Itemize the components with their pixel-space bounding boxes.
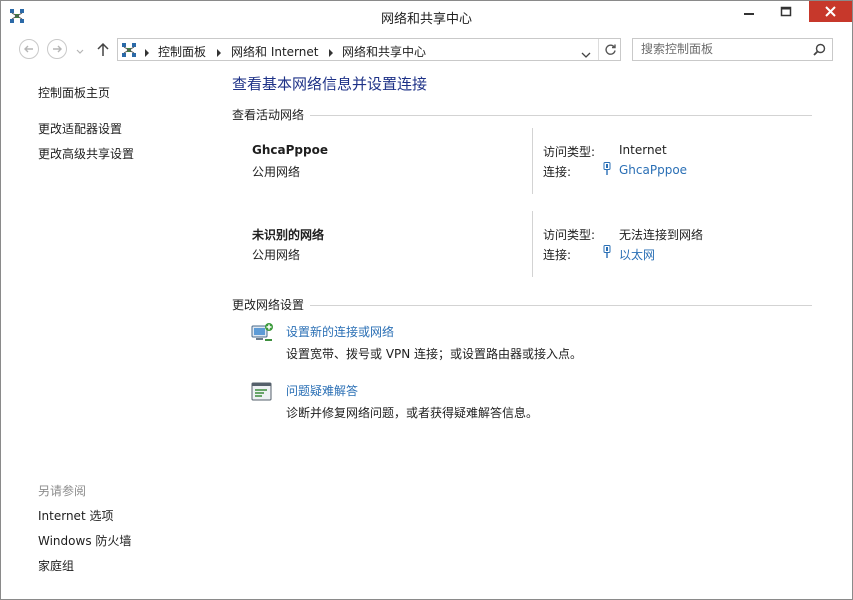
up-arrow-icon xyxy=(97,42,109,56)
navigation-bar: 控制面板 网络和 Internet 网络和共享中心 xyxy=(1,33,852,65)
breadcrumb-control-panel[interactable]: 控制面板 xyxy=(158,43,206,60)
network-icon xyxy=(121,42,137,61)
connection-label: 连接: xyxy=(543,165,572,179)
access-type-value: Internet xyxy=(619,143,667,157)
access-type-label: 访问类型: xyxy=(543,228,596,242)
sidebar-link-advanced-sharing[interactable]: 更改高级共享设置 xyxy=(38,145,134,162)
connection-link[interactable]: GhcaPppoe xyxy=(619,163,687,177)
connection-label: 连接: xyxy=(543,248,572,262)
network-name: 未识别的网络 xyxy=(252,228,325,242)
search-box[interactable] xyxy=(632,38,833,61)
change-settings-heading: 更改网络设置 xyxy=(232,298,305,312)
address-history-dropdown[interactable] xyxy=(581,47,591,61)
network-name: GhcaPppoe xyxy=(252,143,328,157)
network-divider xyxy=(532,128,533,194)
ethernet-plug-icon xyxy=(603,245,611,262)
setup-connection-link[interactable]: 设置新的连接或网络 xyxy=(286,323,394,340)
active-networks-heading: 查看活动网络 xyxy=(232,108,305,122)
network-category-link[interactable]: 公用网络 xyxy=(252,163,300,180)
ethernet-plug-icon xyxy=(603,162,611,179)
chevron-down-icon xyxy=(76,49,84,54)
chevron-down-icon xyxy=(581,52,591,58)
see-also-heading: 另请参阅 xyxy=(38,484,87,498)
sidebar: 控制面板主页 更改适配器设置 更改高级共享设置 另请参阅 Internet 选项… xyxy=(1,65,216,599)
section-divider xyxy=(310,305,812,306)
access-type-label: 访问类型: xyxy=(543,145,596,159)
back-arrow-icon xyxy=(24,45,33,53)
chevron-right-icon[interactable] xyxy=(144,46,150,60)
sidebar-link-control-panel-home[interactable]: 控制面板主页 xyxy=(38,84,110,101)
network-setup-icon[interactable] xyxy=(250,321,274,345)
troubleshoot-description: 诊断并修复网络问题，或者获得疑难解答信息。 xyxy=(286,406,539,420)
chevron-right-icon[interactable] xyxy=(328,46,334,60)
network-divider xyxy=(532,211,533,277)
maximize-button[interactable] xyxy=(763,1,809,22)
sidebar-link-homegroup[interactable]: 家庭组 xyxy=(38,557,74,574)
title-bar[interactable]: 网络和共享中心 xyxy=(1,1,852,31)
search-icon[interactable] xyxy=(813,43,826,59)
forward-button[interactable] xyxy=(47,39,67,59)
sidebar-link-adapter-settings[interactable]: 更改适配器设置 xyxy=(38,120,122,137)
setup-connection-description: 设置宽带、拨号或 VPN 连接；或设置路由器或接入点。 xyxy=(286,347,583,361)
connection-link[interactable]: 以太网 xyxy=(619,246,655,263)
address-bar[interactable]: 控制面板 网络和 Internet 网络和共享中心 xyxy=(117,38,621,61)
close-button[interactable] xyxy=(809,1,852,22)
network-category-link[interactable]: 公用网络 xyxy=(252,246,300,263)
minimize-button[interactable] xyxy=(735,1,763,22)
sidebar-link-windows-firewall[interactable]: Windows 防火墙 xyxy=(38,532,131,549)
refresh-button[interactable] xyxy=(598,39,621,60)
troubleshoot-link[interactable]: 问题疑难解答 xyxy=(286,382,358,399)
window-title: 网络和共享中心 xyxy=(380,12,472,27)
chevron-right-icon[interactable] xyxy=(216,46,222,60)
breadcrumb-network-internet[interactable]: 网络和 Internet xyxy=(231,43,318,60)
back-button[interactable] xyxy=(19,39,39,59)
access-type-value: 无法连接到网络 xyxy=(619,228,704,242)
breadcrumb-network-sharing-center[interactable]: 网络和共享中心 xyxy=(342,43,426,60)
troubleshoot-icon[interactable] xyxy=(250,380,274,404)
recent-locations-dropdown[interactable] xyxy=(76,44,84,58)
forward-arrow-icon xyxy=(53,45,62,53)
up-button[interactable] xyxy=(96,41,110,60)
refresh-icon xyxy=(605,44,616,55)
section-divider xyxy=(310,115,812,116)
window: 网络和共享中心 控制面板 网络和 Internet 网络和共享中心 搜索控制面板… xyxy=(0,0,853,600)
search-input[interactable] xyxy=(641,42,811,56)
sidebar-link-internet-options[interactable]: Internet 选项 xyxy=(38,507,113,524)
page-title: 查看基本网络信息并设置连接 xyxy=(232,75,428,93)
